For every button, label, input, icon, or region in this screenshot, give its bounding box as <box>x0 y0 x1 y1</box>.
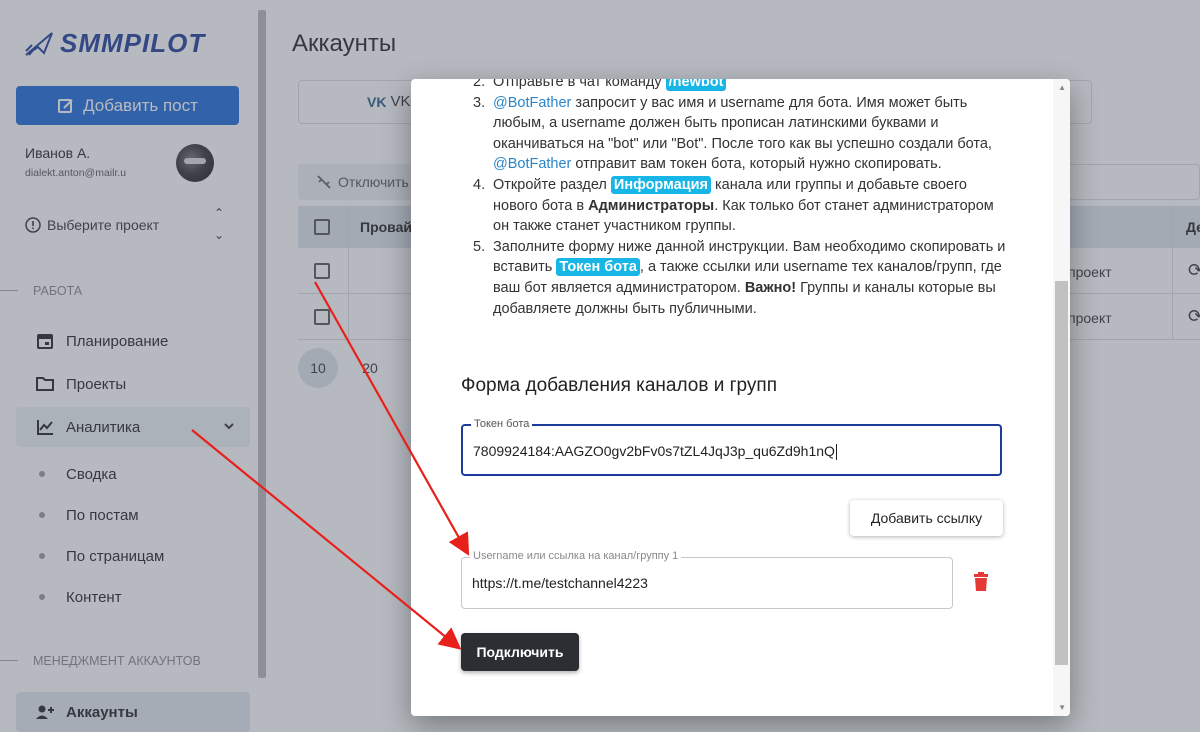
instruction-step: 4. Откройте раздел Информация канала или… <box>473 175 1013 237</box>
step-number: 2. <box>473 79 486 90</box>
channel-link-label: Username или ссылка на канал/группу 1 <box>470 550 682 562</box>
modal-scrollbar[interactable]: ▲ ▼ <box>1053 79 1070 716</box>
form-title: Форма добавления каналов и групп <box>461 375 777 396</box>
connect-button[interactable]: Подключить <box>461 633 579 671</box>
add-channels-dialog: 2. Отправьте в чат команду /newbot 3. @B… <box>411 79 1070 716</box>
botfather-link[interactable]: @BotFather <box>493 156 571 172</box>
bot-token-text: 7809924184:AAGZO0gv2bFv0s7tZL4JqJ3p_qu6Z… <box>473 443 835 459</box>
info-badge: Информация <box>610 175 711 194</box>
step-number: 4. <box>473 176 486 193</box>
botfather-link[interactable]: @BotFather <box>493 95 571 111</box>
instruction-step: 2. Отправьте в чат команду /newbot <box>473 79 1013 93</box>
scroll-down-icon[interactable]: ▼ <box>1058 703 1066 712</box>
scroll-up-icon[interactable]: ▲ <box>1058 83 1066 92</box>
bot-token-label: Токен бота <box>471 418 533 430</box>
instruction-step: 3. @BotFather запросит у вас имя и usern… <box>473 93 1013 175</box>
step-text: Откройте раздел <box>493 176 611 193</box>
channel-link-field[interactable]: Username или ссылка на канал/группу 1 ht… <box>461 550 953 609</box>
step-number: 5. <box>473 238 486 255</box>
modal-scrollbar-thumb[interactable] <box>1055 281 1068 665</box>
instructions-list: 2. Отправьте в чат команду /newbot 3. @B… <box>473 79 1013 319</box>
command-badge: /newbot <box>665 79 727 91</box>
step-text: Отправьте в чат команду <box>493 79 666 90</box>
text-cursor <box>835 444 837 461</box>
instruction-step: 5. Заполните форму ниже данной инструкци… <box>473 237 1013 319</box>
bot-token-value: 7809924184:AAGZO0gv2bFv0s7tZL4JqJ3p_qu6Z… <box>473 443 837 461</box>
add-link-button[interactable]: Добавить ссылку <box>850 500 1003 536</box>
step-bold-text: Администраторы <box>588 197 715 214</box>
channel-link-value: https://t.me/testchannel4223 <box>472 575 648 591</box>
token-badge: Токен бота <box>556 258 640 277</box>
step-bold-text: Важно! <box>744 279 797 296</box>
step-number: 3. <box>473 94 486 111</box>
bot-token-field[interactable]: Токен бота 7809924184:AAGZO0gv2bFv0s7tZL… <box>461 418 1002 476</box>
trash-icon[interactable] <box>973 572 989 592</box>
step-text: отправит вам токен бота, который нужно с… <box>571 156 942 173</box>
